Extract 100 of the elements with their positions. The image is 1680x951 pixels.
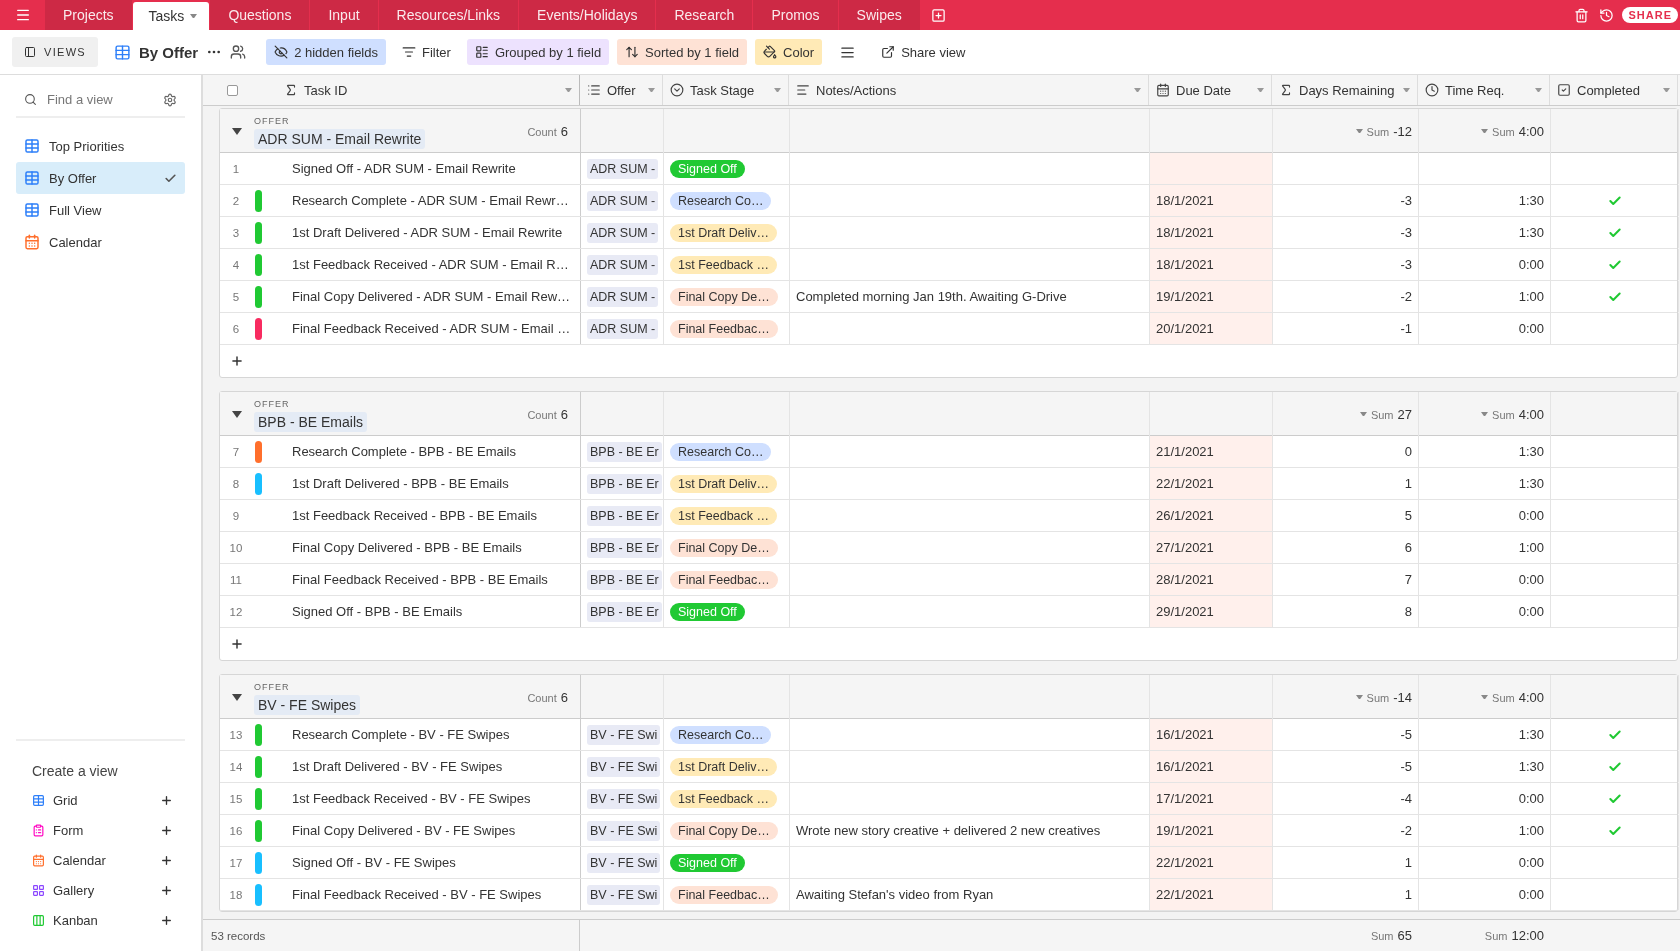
group-count: Count 6: [527, 123, 568, 139]
stage-pill: 1st Feedback …: [670, 506, 777, 525]
offer-chip: ADR SUM -: [587, 158, 659, 179]
paint-bucket-icon: [763, 45, 778, 59]
column-header[interactable]: Notes/Actions: [789, 75, 1149, 105]
table-tab[interactable]: Questions: [210, 0, 310, 30]
column-header[interactable]: Offer: [580, 75, 663, 105]
menu-icon[interactable]: [14, 7, 31, 23]
checkbox-icon: [1557, 83, 1571, 97]
column-header[interactable]: Due Date: [1149, 75, 1272, 105]
task-cell-text: 1st Draft Delivered - ADR SUM - Email Rewrite: [292, 225, 564, 240]
time-cell: 0:00: [1518, 887, 1544, 902]
group-sum: Sum 4:00: [1492, 123, 1544, 139]
gallery-icon: [32, 883, 45, 897]
add-table-icon[interactable]: [930, 7, 946, 23]
time-cell: 1:30: [1518, 476, 1544, 491]
stage-pill: Final Copy De…: [670, 287, 778, 306]
days-cell: -1: [1400, 321, 1412, 336]
create-view-item[interactable]: Calendar: [16, 845, 185, 875]
column-header[interactable]: Days Remaining: [1272, 75, 1418, 105]
create-view-item[interactable]: Form: [16, 815, 185, 845]
add-record-button[interactable]: [230, 354, 244, 368]
table-tab[interactable]: Events/Holidays: [519, 0, 656, 30]
group-button[interactable]: Grouped by 1 field: [466, 39, 610, 65]
date-cell: 16/1/2021: [1150, 719, 1273, 750]
row-number: 3: [231, 226, 241, 239]
column-header[interactable]: Time Req.: [1418, 75, 1550, 105]
share-button[interactable]: SHARE: [1622, 7, 1678, 23]
date-cell: 21/1/2021: [1150, 436, 1273, 467]
column-header[interactable]: Task ID: [203, 75, 580, 105]
search-field[interactable]: Find a view: [45, 91, 155, 108]
days-cell: -2: [1400, 823, 1412, 838]
table-tab[interactable]: Tasks: [132, 2, 210, 30]
plus-icon: [160, 793, 173, 807]
filter-button[interactable]: Filter: [394, 39, 459, 65]
table-tab[interactable]: Resources/Links: [378, 0, 519, 30]
row-number: 16: [228, 824, 244, 837]
create-view-item[interactable]: Kanban: [16, 905, 185, 935]
group-sum: Sum -12: [1366, 123, 1412, 139]
row-number: 13: [228, 728, 244, 741]
view-item[interactable]: By Offer: [16, 162, 185, 194]
task-cell-text: 1st Feedback Received - ADR SUM - Email R…: [292, 257, 570, 272]
offer-chip: BPB - BE Er: [587, 473, 662, 494]
sidebar-icon: [24, 46, 36, 58]
task-cell-text: Signed Off - BPB - BE Emails: [292, 604, 464, 619]
group-sum: Sum -14: [1366, 689, 1412, 705]
table-tab[interactable]: Research: [656, 0, 753, 30]
days-cell: 8: [1404, 604, 1412, 619]
views-button[interactable]: VIEWS: [12, 37, 98, 67]
days-cell: -3: [1400, 257, 1412, 272]
stage-pill: 1st Draft Deliv…: [670, 474, 777, 493]
hidden-fields-button[interactable]: 2 hidden fields: [266, 39, 386, 65]
stage-pill: 1st Feedback …: [670, 789, 777, 808]
date-cell: 17/1/2021: [1150, 783, 1273, 814]
table-tab[interactable]: Swipes: [838, 0, 920, 30]
column-header[interactable]: Completed: [1550, 75, 1678, 105]
create-view-item[interactable]: Grid: [16, 785, 185, 815]
notes-cell: Wrote new story creative + delivered 2 new creatives: [796, 823, 1101, 838]
sum-caret-icon: [1481, 694, 1489, 700]
table-tab[interactable]: Input: [310, 0, 378, 30]
offer-chip: ADR SUM -: [587, 254, 659, 275]
caret-icon: [190, 13, 198, 19]
eye-off-icon: [274, 45, 289, 59]
stage-pill: Final Feedbac…: [670, 319, 778, 338]
group-sum: Sum 27: [1370, 406, 1412, 422]
date-cell: 18/1/2021: [1150, 217, 1273, 248]
share-view-button[interactable]: Share view: [873, 39, 974, 65]
time-cell: 0:00: [1518, 855, 1544, 870]
history-icon[interactable]: [1599, 7, 1615, 23]
sum-caret-icon: [1481, 128, 1489, 134]
row-number: 18: [228, 888, 244, 901]
collapse-caret-icon: [232, 693, 242, 701]
sort-button[interactable]: Sorted by 1 field: [617, 39, 748, 65]
table-tab[interactable]: Promos: [753, 0, 838, 30]
offer-chip: BPB - BE Er: [587, 537, 662, 558]
table-tab[interactable]: Projects: [45, 0, 132, 30]
view-item[interactable]: Top Priorities: [16, 130, 185, 162]
time-cell: 0:00: [1518, 604, 1544, 619]
row-number: 2: [231, 194, 241, 207]
add-record-button[interactable]: [230, 637, 244, 651]
row-height-icon[interactable]: [840, 44, 856, 60]
offer-chip: BPB - BE Er: [587, 601, 662, 622]
create-view-item[interactable]: Gallery: [16, 875, 185, 905]
days-cell: 1: [1404, 476, 1412, 491]
view-item[interactable]: Calendar: [16, 226, 185, 258]
date-cell: 20/1/2021: [1150, 313, 1273, 344]
people-icon[interactable]: [230, 44, 247, 60]
caret-icon: [1663, 87, 1670, 93]
stage-pill: Research Co…: [670, 191, 772, 210]
settings-icon: [163, 92, 177, 107]
time-cell: 0:00: [1518, 791, 1544, 806]
column-header[interactable]: Task Stage: [663, 75, 789, 105]
trash-icon[interactable]: [1574, 7, 1590, 23]
color-button[interactable]: Color: [755, 39, 823, 65]
days-cell: -5: [1400, 759, 1412, 774]
total-sum: Sum 65: [1370, 928, 1412, 943]
select-all-checkbox[interactable]: [227, 84, 238, 96]
kanban-icon: [32, 913, 45, 927]
group-field-label: OFFER: [254, 116, 291, 126]
view-item[interactable]: Full View: [16, 194, 185, 226]
